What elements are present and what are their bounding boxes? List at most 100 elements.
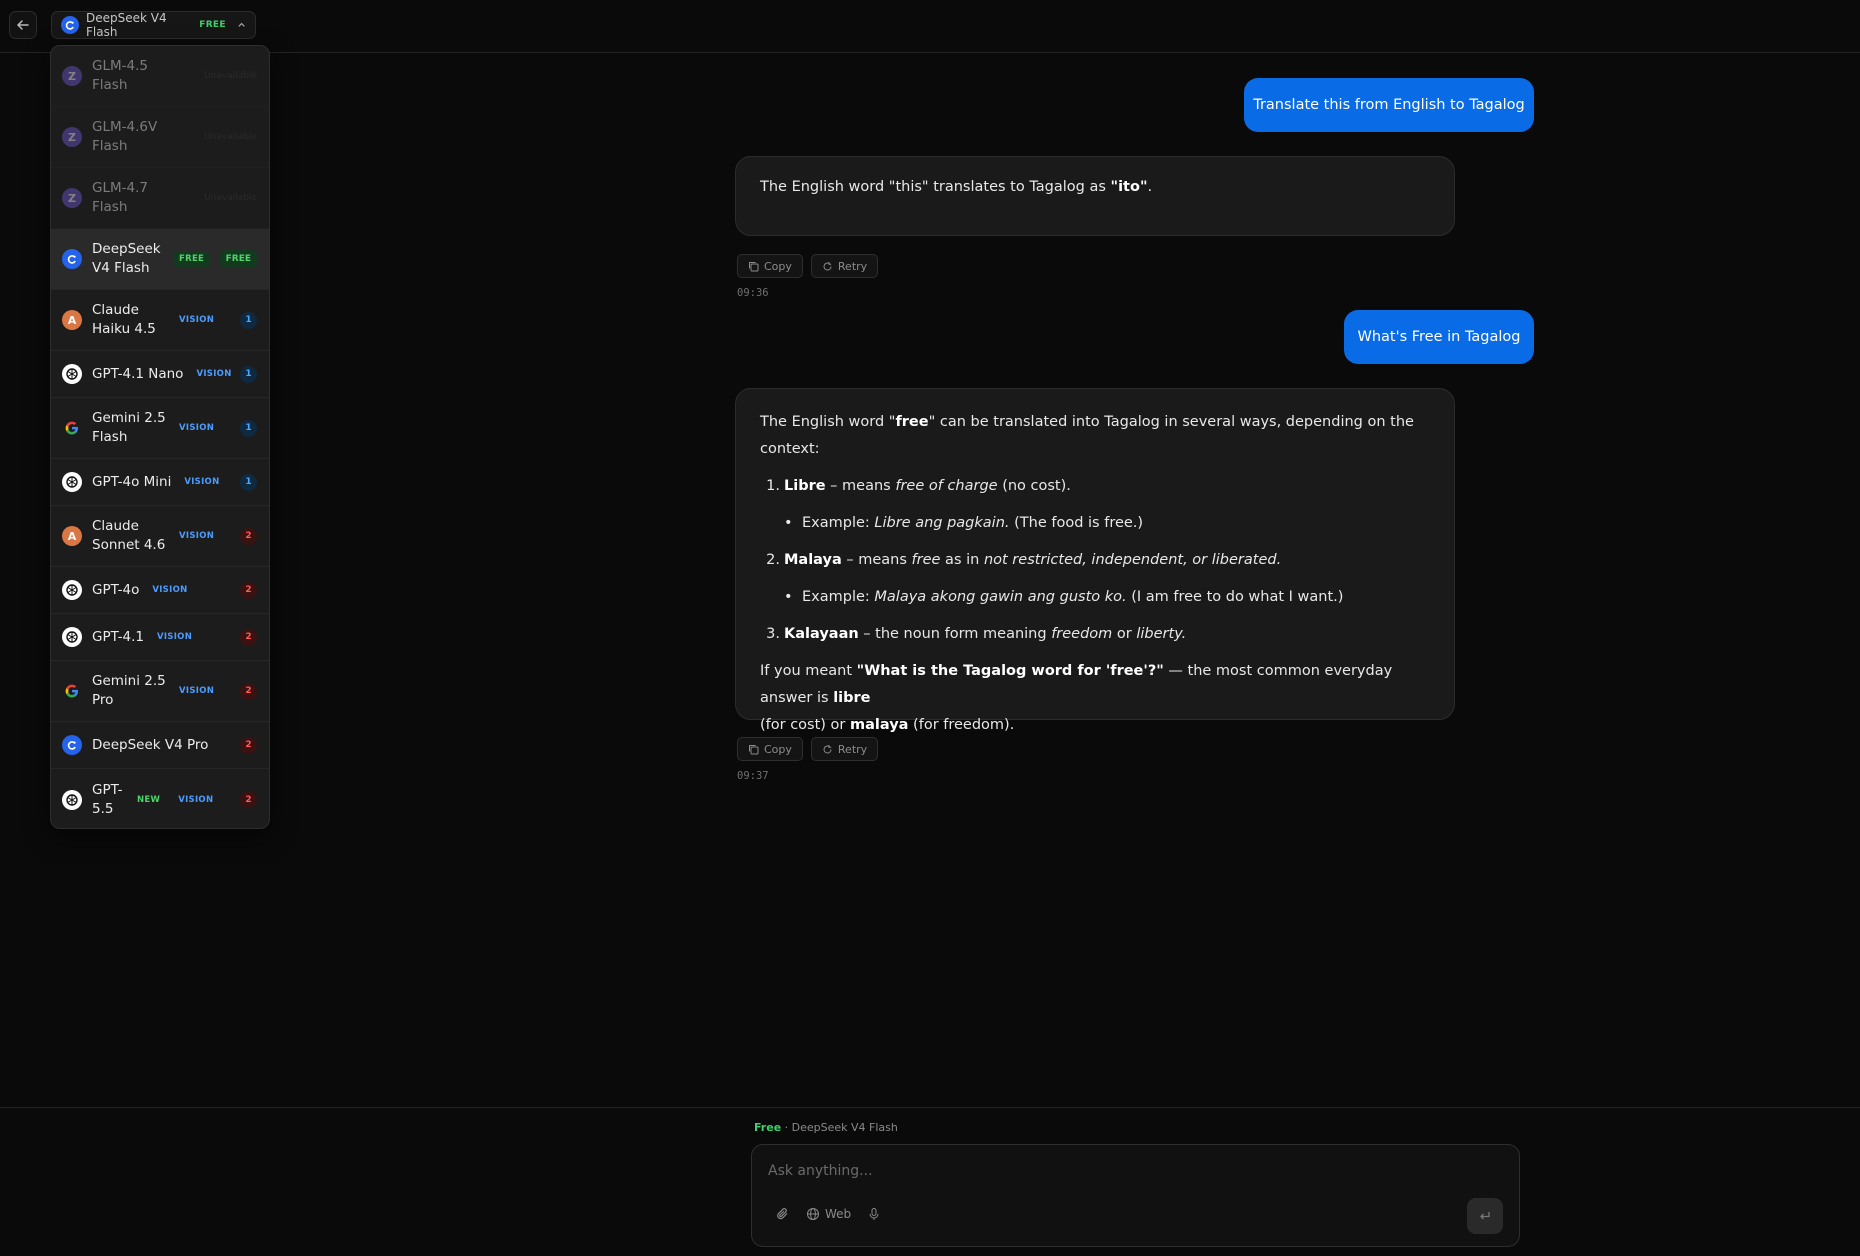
model-name: GLM-4.5 Flash (92, 58, 148, 93)
tier-badge: 1 (240, 311, 257, 329)
zhipu-icon: Z (62, 127, 82, 147)
model-option-gpt-4-1[interactable]: GPT-4.1 VISION 2 (51, 614, 269, 661)
model-option-gpt-4o[interactable]: GPT-4o VISION 2 (51, 567, 269, 614)
anthropic-icon: A (62, 526, 82, 546)
tier-badge: 2 (240, 682, 257, 700)
deepseek-icon (62, 735, 82, 755)
message-input[interactable]: Ask anything... (768, 1163, 873, 1179)
chat-composer: Ask anything... Web (751, 1144, 1520, 1247)
model-name: GLM-4.6V Flash (92, 119, 158, 154)
tier-badge: 2 (240, 628, 257, 646)
message-actions: Copy Retry (737, 254, 879, 278)
model-option-gpt-4o-mini[interactable]: GPT-4o Mini VISION 1 (51, 459, 269, 506)
google-icon (62, 681, 82, 701)
model-name: GPT-4.1 Nano (92, 365, 184, 382)
deepseek-icon (61, 16, 79, 34)
copy-button[interactable]: Copy (737, 737, 803, 761)
model-option-glm-4-6v-flash[interactable]: Z GLM-4.6V Flash Unavailable (51, 107, 269, 168)
user-message: What's Free in Tagalog (1344, 310, 1534, 364)
model-name: GLM-4.7 Flash (92, 180, 148, 215)
list-item: • Example: Libre ang pagkain. (The food i… (784, 515, 1144, 531)
model-name: Gemini 2.5 Flash (92, 410, 166, 445)
tier-badge: 2 (240, 736, 257, 754)
tier-badge: 1 (240, 419, 257, 437)
retry-button[interactable]: Retry (810, 254, 879, 278)
vision-tag: VISION (179, 423, 215, 433)
user-message-text: Translate this from English to Tagalog (1253, 97, 1525, 113)
openai-icon (62, 580, 82, 600)
model-name: GPT-4o (92, 581, 140, 598)
current-model-name: DeepSeek V4 Flash (86, 11, 167, 39)
tier-badge: 1 (240, 365, 257, 383)
paperclip-icon[interactable] (776, 1207, 790, 1221)
web-search-toggle[interactable]: Web (806, 1207, 851, 1221)
model-name: GPT-4o Mini (92, 473, 172, 490)
zhipu-icon: Z (62, 188, 82, 208)
list-item: 3. Kalayaan – the noun form meaning freed… (766, 626, 1187, 642)
user-message-text: What's Free in Tagalog (1357, 329, 1521, 345)
model-option-gpt-5-5[interactable]: GPT-5.5 NEW VISION 2 (51, 769, 269, 828)
openai-icon (62, 627, 82, 647)
deepseek-icon (62, 249, 82, 269)
assistant-message: The English word "free" can be translate… (735, 388, 1455, 733)
model-option-gemini-2-5-flash[interactable]: Gemini 2.5 Flash VISION 1 (51, 398, 269, 459)
unavailable-label: Unavailable (204, 132, 257, 142)
enter-icon (1480, 1212, 1490, 1220)
model-option-gpt-4-1-nano[interactable]: GPT-4.1 Nano VISION 1 (51, 351, 269, 398)
model-name: Gemini 2.5 Pro (92, 673, 166, 708)
vision-tag: VISION (156, 632, 193, 642)
model-option-glm-4-7-flash[interactable]: Z GLM-4.7 Flash Unavailable (51, 168, 269, 229)
vision-tag: VISION (179, 686, 215, 696)
openai-icon (62, 472, 82, 492)
openai-icon (62, 789, 82, 810)
list-item: • Example: Malaya akong gawin ang gusto k… (784, 589, 1344, 605)
message-actions: Copy Retry (737, 737, 879, 761)
model-name: GPT-4.1 (92, 628, 144, 645)
unavailable-label: Unavailable (204, 193, 257, 203)
model-option-claude-sonnet-4-6[interactable]: A Claude Sonnet 4.6 VISION 2 (51, 506, 269, 567)
google-icon (62, 418, 82, 438)
model-dropdown: Z GLM-4.5 Flash Unavailable Z GLM-4.6V F… (50, 45, 270, 829)
intro-text: The English word "free" can be translate… (760, 414, 1414, 457)
assistant-message-text: The English word "this" translates to Ta… (760, 179, 1153, 195)
model-option-glm-4-5-flash[interactable]: Z GLM-4.5 Flash Unavailable (51, 46, 269, 107)
tier-badge: 2 (240, 527, 257, 545)
retry-icon (823, 744, 832, 753)
retry-icon (823, 261, 832, 270)
zhipu-icon: Z (62, 66, 82, 86)
free-badge: FREE (199, 20, 226, 30)
list-item: 2. Malaya – means free as in not restrict… (766, 552, 1282, 568)
tier-badge: 2 (240, 791, 257, 808)
model-option-gemini-2-5-pro[interactable]: Gemini 2.5 Pro VISION 2 (51, 661, 269, 722)
back-button[interactable] (9, 11, 37, 39)
top-bar: DeepSeek V4 Flash FREE (0, 0, 1860, 53)
vision-tag: VISION (179, 315, 215, 325)
model-option-deepseek-v4-pro[interactable]: DeepSeek V4 Pro 2 (51, 722, 269, 769)
user-message: Translate this from English to Tagalog (1244, 78, 1534, 132)
outro-text: If you meant "What is the Tagalog word f… (760, 663, 1393, 733)
tier-badge: 1 (240, 473, 257, 491)
model-name: Claude Haiku 4.5 (92, 302, 156, 337)
model-selector-button[interactable]: DeepSeek V4 Flash FREE (51, 11, 256, 39)
copy-button[interactable]: Copy (737, 254, 803, 278)
model-name: Claude Sonnet 4.6 (92, 518, 166, 553)
message-timestamp: 09:36 (737, 287, 769, 299)
tier-badge: FREE (219, 250, 257, 268)
assistant-message: The English word "this" translates to Ta… (735, 156, 1455, 236)
model-option-claude-haiku-4-5[interactable]: A Claude Haiku 4.5 VISION 1 (51, 290, 269, 351)
send-button[interactable] (1467, 1198, 1503, 1234)
tier-badge: 2 (240, 581, 257, 599)
microphone-icon[interactable] (867, 1207, 881, 1221)
arrow-left-icon (17, 20, 29, 30)
copy-icon (749, 744, 759, 754)
model-name: DeepSeek V4 Flash (92, 241, 161, 276)
free-tag: FREE (174, 251, 210, 267)
chevron-up-icon (238, 22, 245, 27)
list-item: 1. Libre – means free of charge (no cost)… (766, 478, 1071, 494)
openai-icon (62, 364, 82, 384)
vision-tag: VISION (184, 477, 220, 487)
model-option-deepseek-v4-flash[interactable]: DeepSeek V4 Flash FREE FREE (51, 229, 269, 290)
retry-button[interactable]: Retry (810, 737, 879, 761)
anthropic-icon: A (62, 310, 82, 330)
vision-tag: VISION (179, 531, 215, 541)
